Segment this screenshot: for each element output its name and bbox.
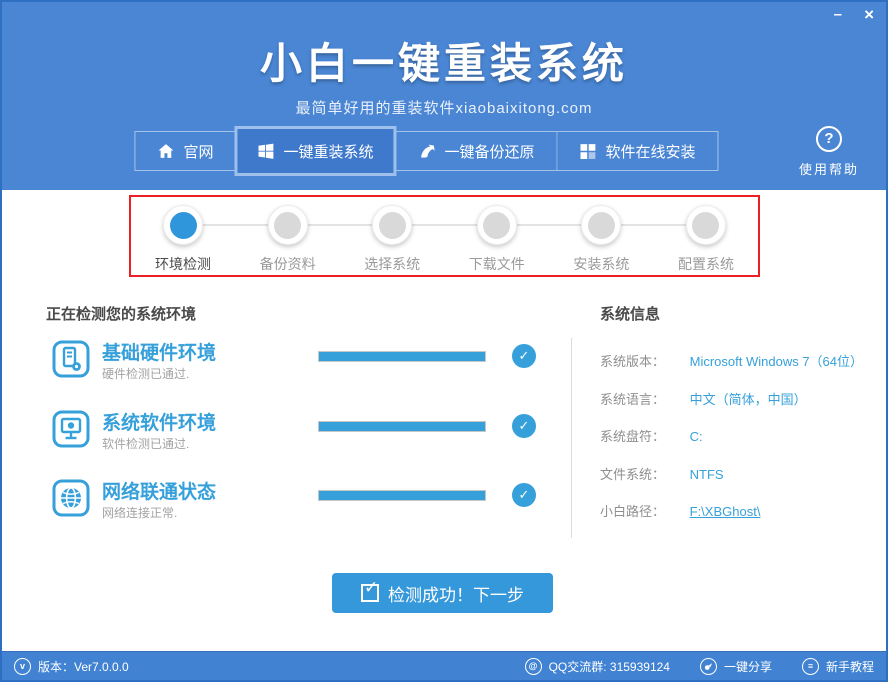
info-label: 系统版本： xyxy=(600,351,686,370)
app-window: – × 小白一键重装系统 最简单好用的重装软件xiaobaixitong.com… xyxy=(0,0,888,682)
step-label: 选择系统 xyxy=(364,254,420,274)
system-language-value: 中文（简体，中国） xyxy=(690,392,807,407)
progress-bar xyxy=(318,490,486,501)
system-info-row: 系统盘符： C: xyxy=(600,426,703,445)
tab-reinstall-system[interactable]: 一键重装系统 xyxy=(234,126,396,176)
info-label: 系统语言： xyxy=(600,389,686,408)
step-circle xyxy=(686,205,726,245)
step-circle xyxy=(372,205,412,245)
step-label: 下载文件 xyxy=(469,254,525,274)
hardware-icon xyxy=(52,340,90,378)
step-circle xyxy=(477,205,517,245)
system-info-heading: 系统信息 xyxy=(600,303,660,324)
tutorial-button[interactable]: ≡ 新手教程 xyxy=(802,658,874,675)
step-choose-system: 选择系统 xyxy=(354,205,430,275)
qq-group: @ QQ交流群: 315939124 xyxy=(525,658,670,675)
software-icon xyxy=(52,410,90,448)
detection-row-network: 网络联通状态 网络连接正常. ✓ xyxy=(46,477,546,525)
progress-bar xyxy=(318,421,486,432)
next-step-label: 检测成功！下一步 xyxy=(388,581,524,606)
qq-group-text: QQ交流群: 315939124 xyxy=(549,658,670,675)
step-install-system: 安装系统 xyxy=(563,205,639,275)
share-icon xyxy=(700,658,717,675)
step-download-files: 下载文件 xyxy=(459,205,535,275)
detection-title: 基础硬件环境 xyxy=(102,338,216,365)
info-label: 文件系统： xyxy=(600,464,686,483)
tab-label: 官网 xyxy=(183,141,213,162)
share-button[interactable]: 一键分享 xyxy=(700,658,772,675)
help-button[interactable]: ? 使用帮助 xyxy=(790,126,868,178)
system-info-row: 系统版本： Microsoft Windows 7（64位） xyxy=(600,351,863,370)
detection-row-hardware: 基础硬件环境 硬件检测已通过. ✓ xyxy=(46,338,546,386)
tab-label: 一键重装系统 xyxy=(283,141,373,162)
header: – × 小白一键重装系统 最简单好用的重装软件xiaobaixitong.com… xyxy=(2,2,886,190)
info-label: 系统盘符： xyxy=(600,426,686,445)
minimize-button[interactable]: – xyxy=(834,6,842,24)
step-label: 配置系统 xyxy=(678,254,734,274)
step-label: 备份资料 xyxy=(260,254,316,274)
system-version-value: Microsoft Windows 7（64位） xyxy=(690,354,863,369)
progress-bar xyxy=(318,351,486,362)
detection-heading: 正在检测您的系统环境 xyxy=(46,303,196,324)
tab-label: 软件在线安装 xyxy=(605,141,695,162)
step-label: 环境检测 xyxy=(155,254,211,274)
xiaobai-path-link[interactable]: F:\XBGhost\ xyxy=(690,504,761,519)
step-circle xyxy=(581,205,621,245)
check-icon: ✓ xyxy=(512,344,536,368)
network-icon xyxy=(52,479,90,517)
checkbox-icon xyxy=(361,584,379,602)
close-button[interactable]: × xyxy=(864,6,874,24)
detection-status: 硬件检测已通过. xyxy=(102,365,189,382)
windows-icon xyxy=(257,143,274,160)
tab-label: 一键备份还原 xyxy=(444,141,534,162)
version-text: 版本：Ver7.0.0.0 xyxy=(38,658,129,675)
apps-grid-icon xyxy=(579,143,596,160)
app-title: 小白一键重装系统 xyxy=(2,2,886,91)
detection-status: 网络连接正常. xyxy=(102,504,177,521)
share-label: 一键分享 xyxy=(724,658,772,675)
bird-icon xyxy=(418,143,435,160)
app-subtitle: 最简单好用的重装软件xiaobaixitong.com xyxy=(2,97,886,118)
steps-panel: 环境检测 备份资料 选择系统 下载文件 安装系统 配置系统 xyxy=(129,195,760,277)
tutorial-label: 新手教程 xyxy=(826,658,874,675)
check-icon: ✓ xyxy=(512,414,536,438)
version-icon: v xyxy=(14,658,31,675)
tab-backup-restore[interactable]: 一键备份还原 xyxy=(395,132,556,170)
home-icon xyxy=(157,143,174,160)
detection-row-software: 系统软件环境 软件检测已通过. ✓ xyxy=(46,408,546,456)
vertical-divider xyxy=(571,338,572,538)
next-step-button[interactable]: 检测成功！下一步 xyxy=(332,573,553,613)
detection-title: 网络联通状态 xyxy=(102,477,216,504)
system-info-row: 小白路径： F:\XBGhost\ xyxy=(600,501,760,520)
tutorial-icon: ≡ xyxy=(802,658,819,675)
system-info-row: 文件系统： NTFS xyxy=(600,464,724,483)
detection-status: 软件检测已通过. xyxy=(102,435,189,452)
step-configure-system: 配置系统 xyxy=(668,205,744,275)
qq-icon: @ xyxy=(525,658,542,675)
help-label: 使用帮助 xyxy=(790,159,868,178)
step-backup-data: 备份资料 xyxy=(250,205,326,275)
step-environment-check: 环境检测 xyxy=(145,205,221,275)
tab-official-site[interactable]: 官网 xyxy=(135,132,235,170)
check-icon: ✓ xyxy=(512,483,536,507)
step-label: 安装系统 xyxy=(573,254,629,274)
footer-bar: v 版本：Ver7.0.0.0 @ QQ交流群: 315939124 一键分享 … xyxy=(2,651,886,680)
file-system-value: NTFS xyxy=(690,467,724,482)
step-circle xyxy=(163,205,203,245)
info-label: 小白路径： xyxy=(600,501,686,520)
step-circle xyxy=(268,205,308,245)
question-icon: ? xyxy=(816,126,842,152)
system-drive-value: C: xyxy=(690,429,703,444)
system-info-row: 系统语言： 中文（简体，中国） xyxy=(600,389,807,408)
nav-tabs: 官网 一键重装系统 一键备份还原 软件在线安装 xyxy=(134,131,718,171)
detection-title: 系统软件环境 xyxy=(102,408,216,435)
tab-online-install[interactable]: 软件在线安装 xyxy=(556,132,717,170)
